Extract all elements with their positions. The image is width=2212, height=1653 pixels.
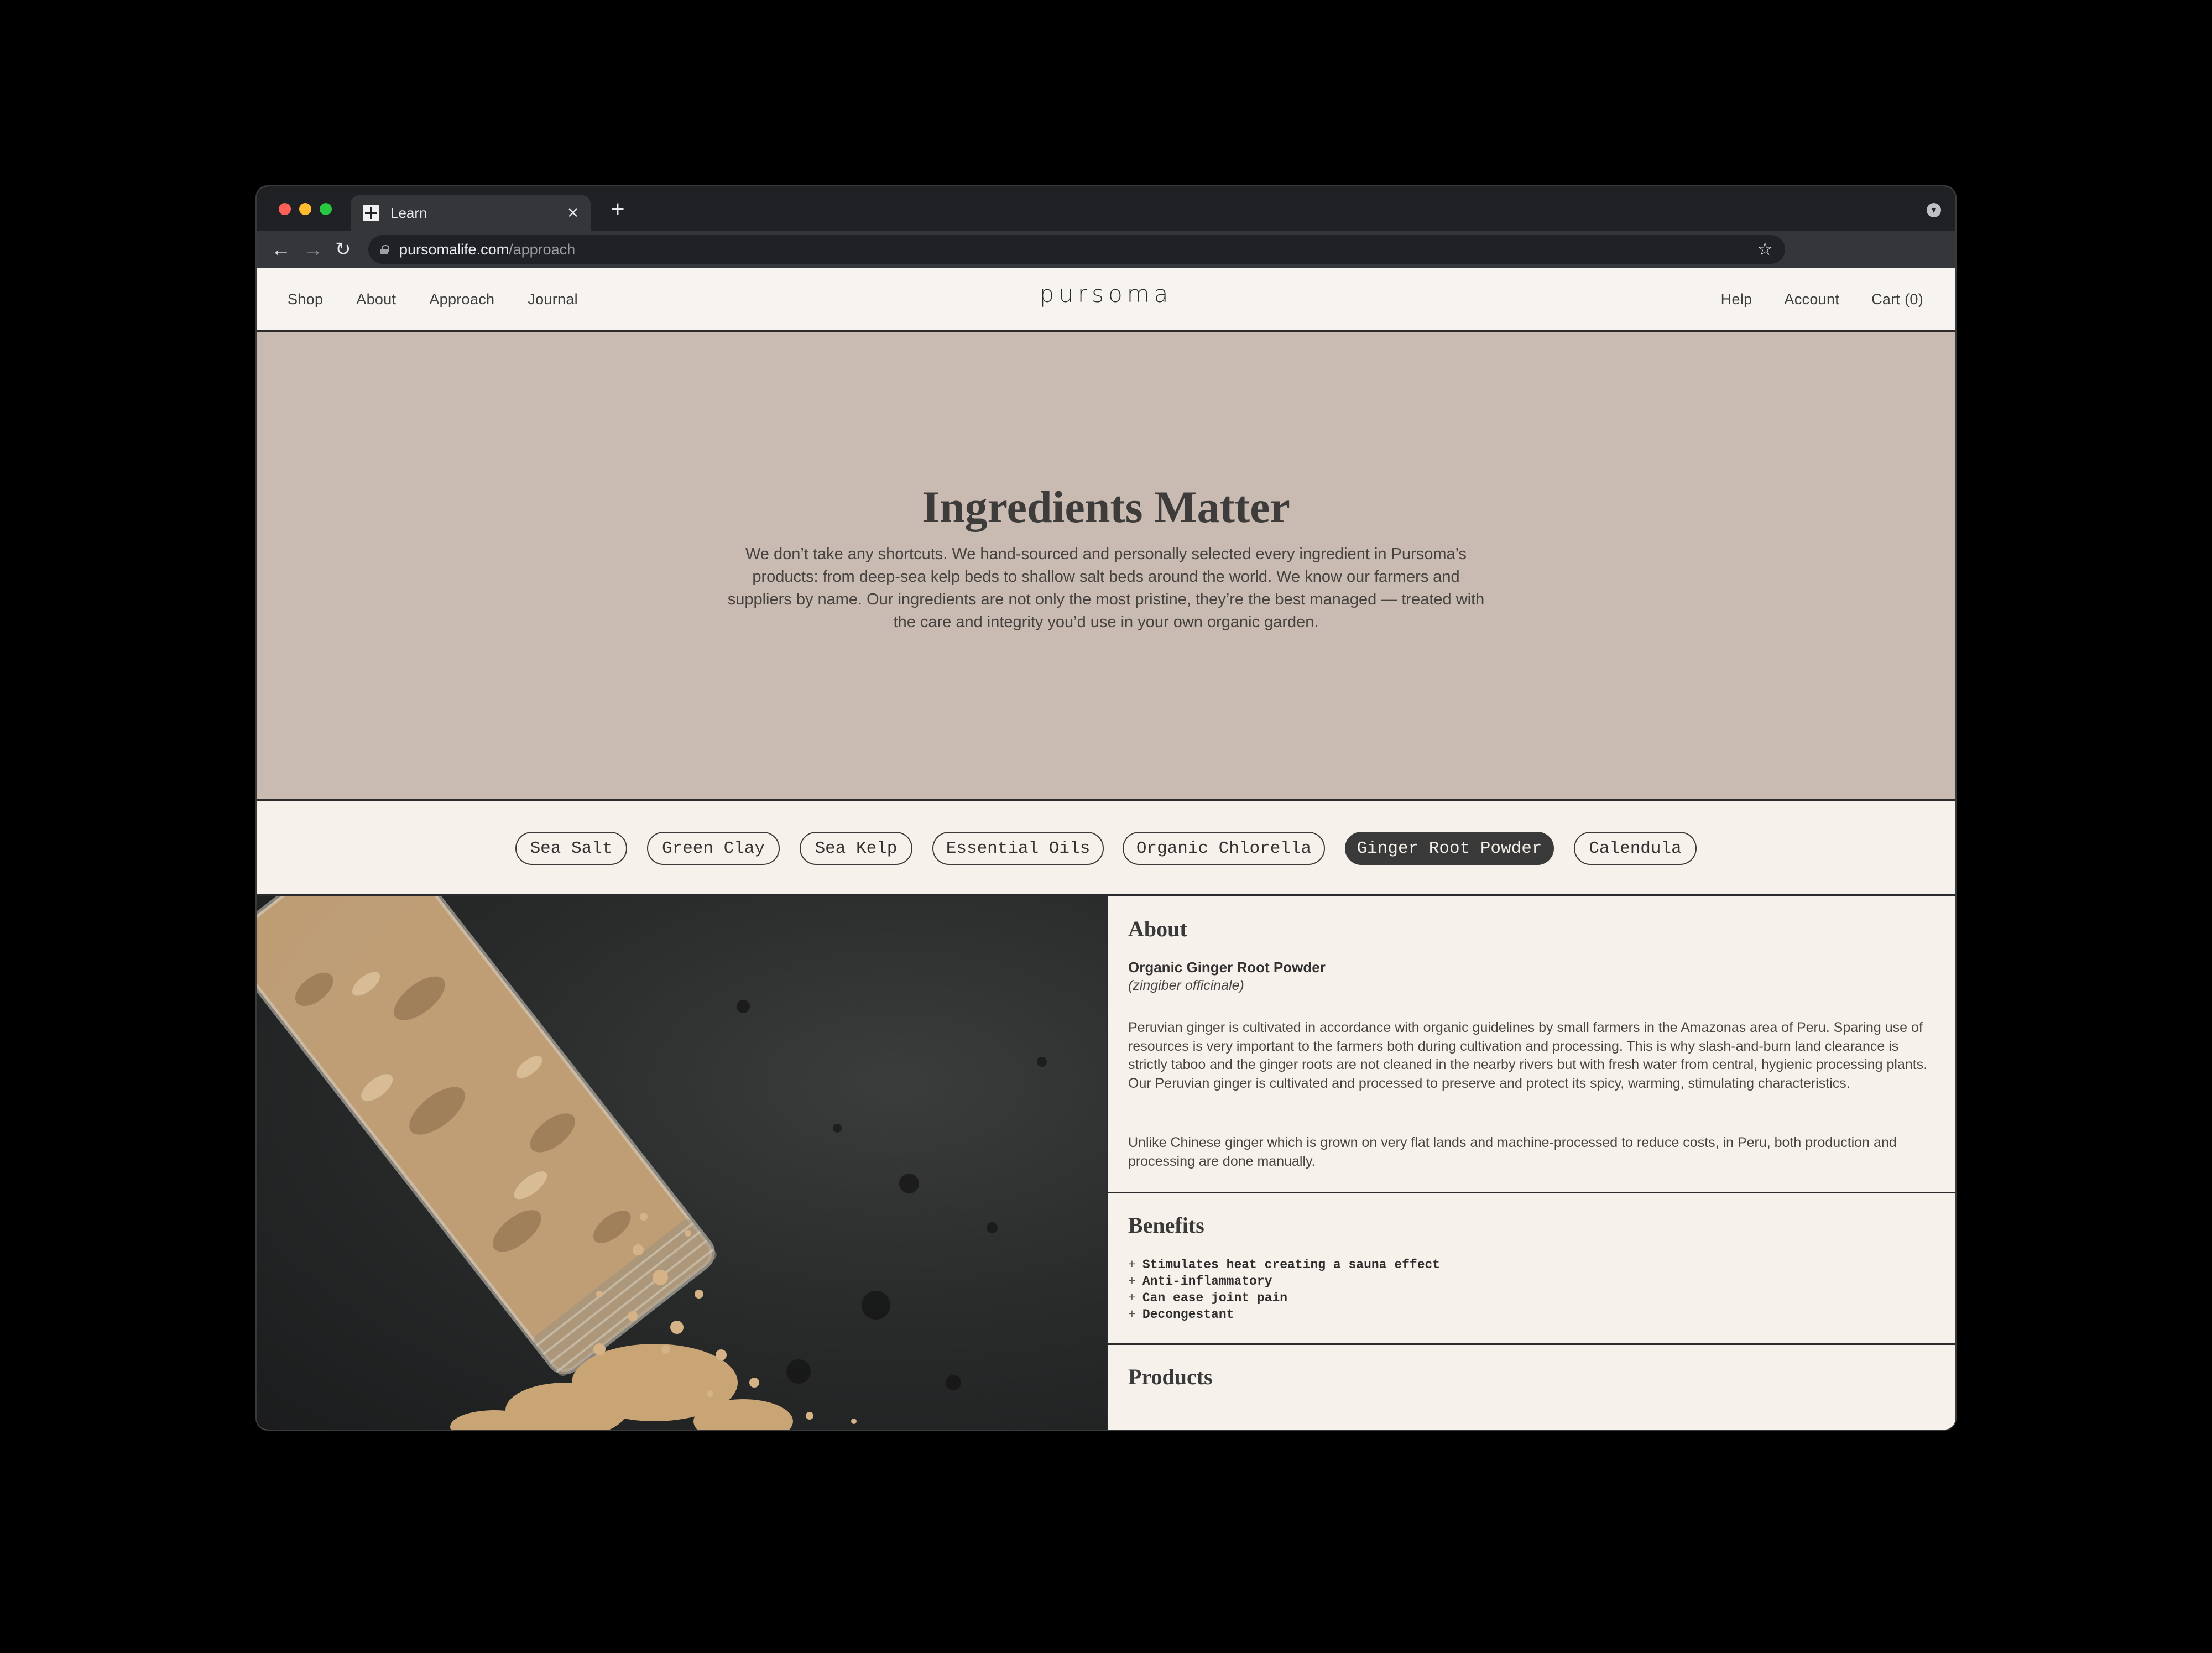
maximize-window-button[interactable] xyxy=(320,203,332,215)
site-logo[interactable]: pursoma xyxy=(257,280,1955,307)
site-favicon-icon xyxy=(363,205,379,221)
about-paragraph-1: Peruvian ginger is cultivated in accorda… xyxy=(1128,1020,1928,1091)
browser-toolbar: ← → ↻ pursomalife.com/approach ☆ xyxy=(257,231,1955,268)
arrow-right-icon[interactable]: → xyxy=(303,236,323,263)
about-title: About xyxy=(1128,916,1187,941)
tab-strip: Learn × + ▾ xyxy=(257,186,1955,231)
benefit-item: + Anti-inflammatory xyxy=(1128,1274,1272,1289)
arrow-left-icon[interactable]: ← xyxy=(271,236,291,263)
reload-icon[interactable]: ↻ xyxy=(335,236,351,263)
benefit-item: + Decongestant xyxy=(1128,1307,1234,1322)
tab-title: Learn xyxy=(390,204,427,221)
ingredient-filter-bar: Sea Salt Green Clay Sea Kelp Essential O… xyxy=(257,801,1955,896)
address-bar[interactable]: pursomalife.com/approach ☆ xyxy=(368,235,1785,264)
benefits-list: + Stimulates heat creating a sauna effect… xyxy=(1128,1256,1440,1323)
close-tab-icon[interactable]: × xyxy=(567,204,578,222)
pill-organic-chlorella[interactable]: Organic Chlorella xyxy=(1123,832,1325,865)
ingredient-latin-name: (zingiber officinale) xyxy=(1128,978,1244,993)
lock-icon xyxy=(380,245,389,254)
products-title: Products xyxy=(1128,1364,1213,1389)
ingredient-detail-panel: About Organic Ginger Root Powder (zingib… xyxy=(1107,896,1955,1430)
utility-nav: Help Account Cart (0) xyxy=(1721,268,1923,330)
browser-tab[interactable]: Learn × xyxy=(351,195,591,231)
close-window-button[interactable] xyxy=(279,203,291,215)
pill-ginger-root-powder[interactable]: Ginger Root Powder xyxy=(1345,832,1554,865)
products-section: Products xyxy=(1108,1345,1955,1430)
hero-title: Ingredients Matter xyxy=(922,482,1290,532)
about-section: About Organic Ginger Root Powder (zingib… xyxy=(1108,896,1955,1193)
pill-essential-oils[interactable]: Essential Oils xyxy=(932,832,1104,865)
new-tab-button[interactable]: + xyxy=(611,197,625,222)
nav-cart[interactable]: Cart (0) xyxy=(1871,291,1923,308)
star-icon[interactable]: ☆ xyxy=(1757,238,1773,259)
nav-help[interactable]: Help xyxy=(1721,291,1752,308)
benefits-section: Benefits + Stimulates heat creating a sau… xyxy=(1108,1193,1955,1345)
plus-icon: + xyxy=(1128,1274,1136,1289)
web-page: Shop About Approach Journal pursoma Help… xyxy=(257,268,1955,1430)
ingredient-name: Organic Ginger Root Powder xyxy=(1128,959,1326,976)
ginger-powder-jar-image xyxy=(257,896,1047,1430)
benefits-title: Benefits xyxy=(1128,1213,1204,1238)
plus-icon: + xyxy=(1128,1258,1136,1272)
ingredient-photo xyxy=(257,896,1107,1430)
benefit-item: + Stimulates heat creating a sauna effect xyxy=(1128,1258,1441,1272)
pill-calendula[interactable]: Calendula xyxy=(1574,832,1697,865)
nav-account[interactable]: Account xyxy=(1784,291,1839,308)
about-paragraph-2: Unlike Chinese ginger which is grown on … xyxy=(1128,1135,1897,1169)
browser-window: Learn × + ▾ ← → ↻ pursomalife.com/approa… xyxy=(257,186,1955,1430)
url-host: pursomalife.com xyxy=(399,241,509,258)
hero-section: Ingredients Matter We don’t take any sho… xyxy=(257,332,1955,801)
site-header: Shop About Approach Journal pursoma Help… xyxy=(257,268,1955,332)
plus-icon: + xyxy=(1128,1291,1136,1305)
pill-sea-salt[interactable]: Sea Salt xyxy=(515,832,627,865)
pill-sea-kelp[interactable]: Sea Kelp xyxy=(800,832,912,865)
plus-icon: + xyxy=(1128,1307,1136,1322)
url-path: /approach xyxy=(509,241,576,258)
chevron-down-icon[interactable]: ▾ xyxy=(1927,203,1941,217)
hero-text: We don’t take any shortcuts. We hand-sou… xyxy=(727,545,1485,631)
pill-green-clay[interactable]: Green Clay xyxy=(647,832,780,865)
minimize-window-button[interactable] xyxy=(299,203,311,215)
benefit-item: + Can ease joint pain xyxy=(1128,1291,1288,1305)
